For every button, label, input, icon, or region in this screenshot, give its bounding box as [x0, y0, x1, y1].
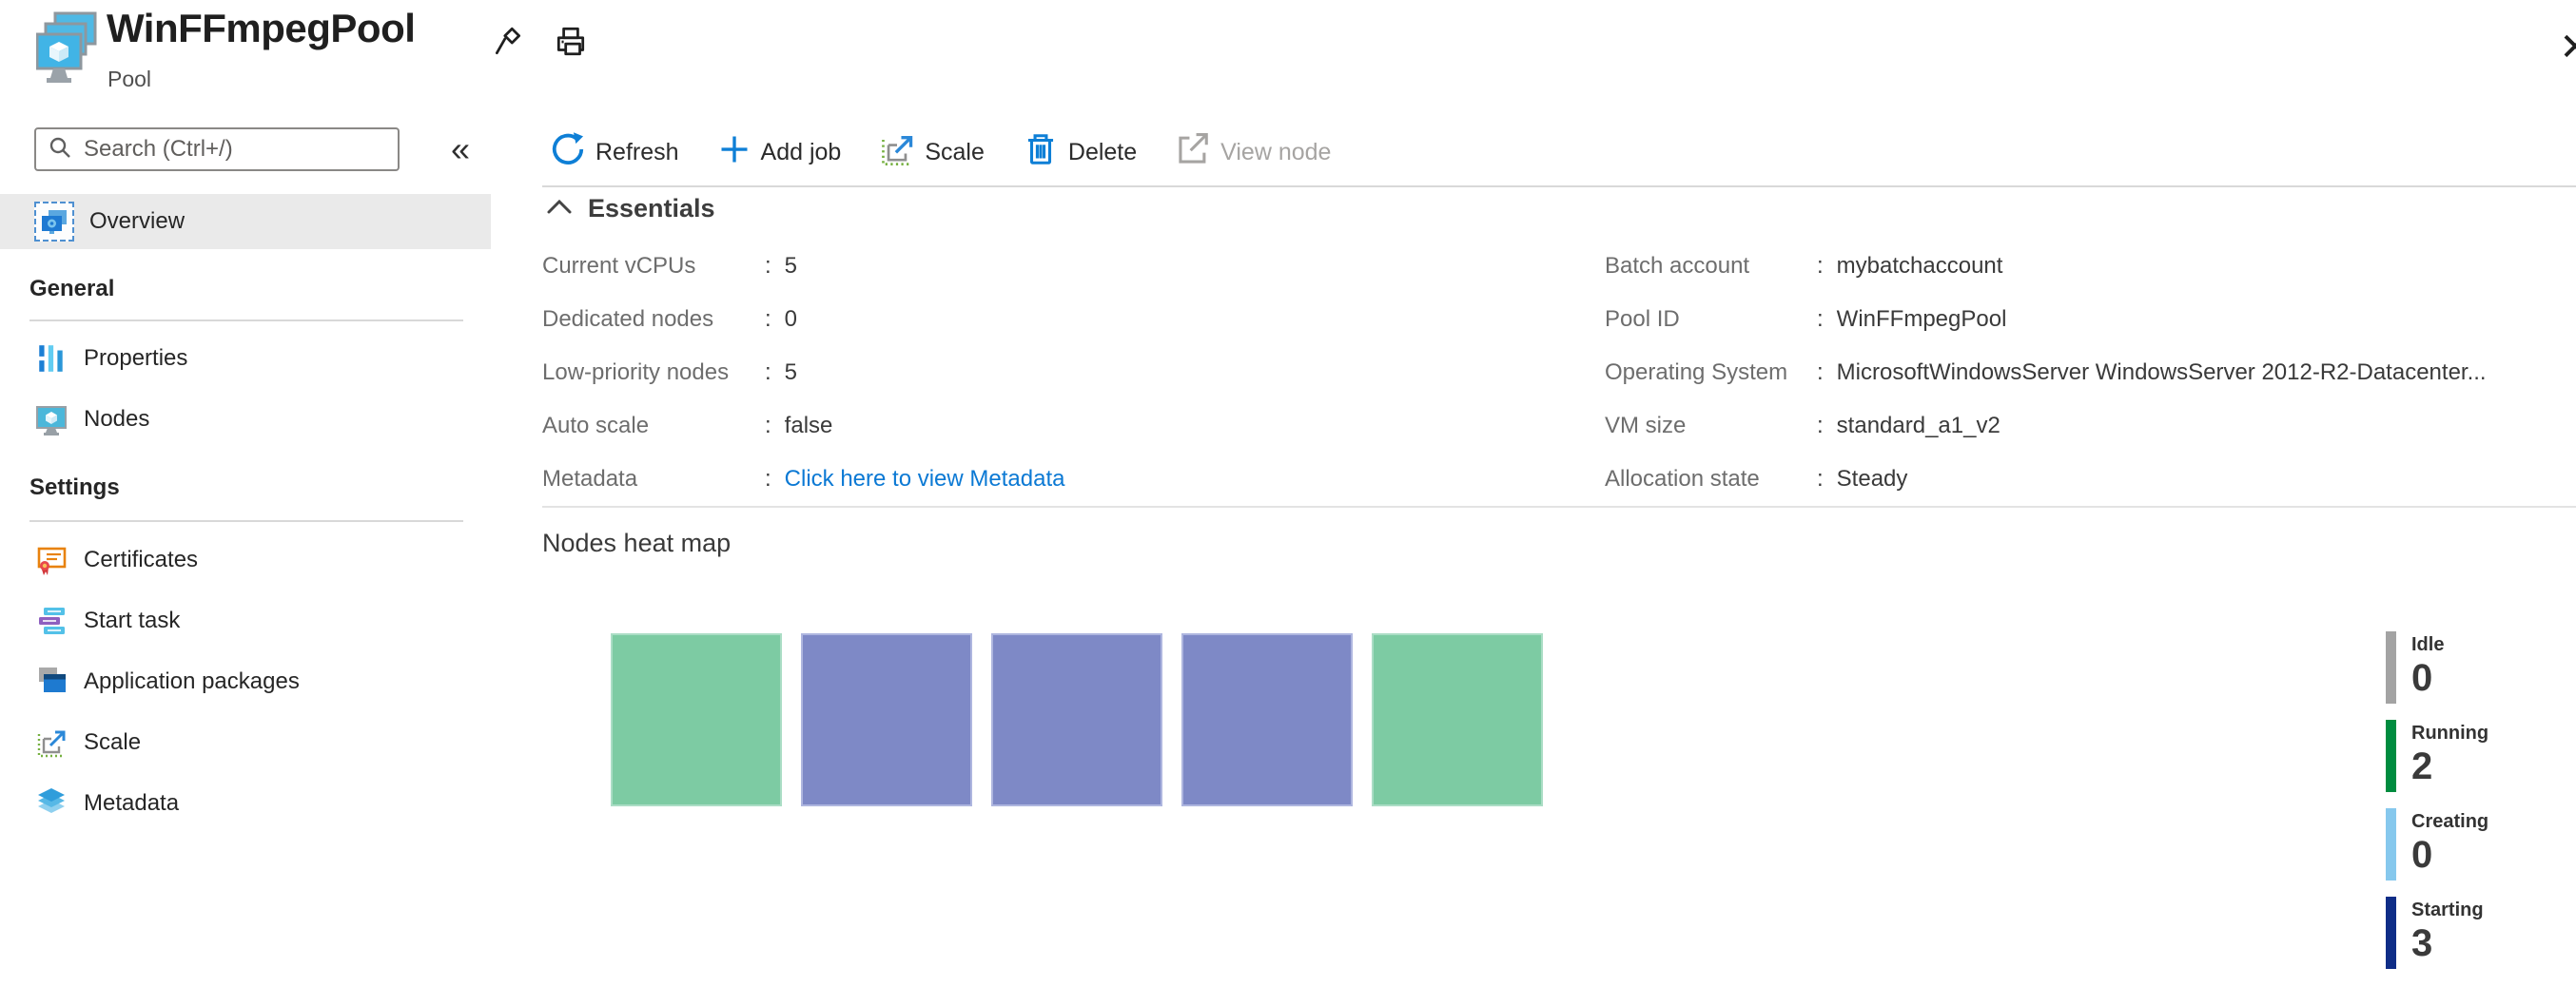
essentials-row: Metadata : Click here to view Metadata — [542, 453, 1064, 506]
idle-count: 0 — [2411, 656, 2444, 700]
legend-item-creating: Creating 0 — [2386, 808, 2488, 881]
sidebar-item-scale[interactable]: Scale — [0, 712, 491, 773]
scale-icon — [879, 131, 915, 174]
sidebar-item-start-task[interactable]: Start task — [0, 590, 491, 651]
low-priority-nodes-value: 5 — [785, 359, 797, 386]
operating-system-value: MicrosoftWindowsServer WindowsServer 201… — [1837, 359, 2487, 386]
batch-account-value: mybatchaccount — [1837, 253, 2003, 280]
sidebar-collapse-icon[interactable]: « — [451, 129, 470, 169]
divider — [29, 520, 463, 522]
refresh-icon — [550, 131, 586, 174]
divider — [542, 506, 2576, 508]
starting-count: 3 — [2411, 921, 2484, 965]
essentials-toggle[interactable]: Essentials — [546, 194, 715, 223]
divider — [29, 319, 463, 321]
legend-item-starting: Starting 3 — [2386, 897, 2488, 969]
heatmap-tile-starting[interactable] — [801, 633, 972, 806]
sidebar-item-label: Overview — [89, 208, 185, 235]
content-area: Refresh Add job — [542, 0, 2576, 987]
pool-overview-page: WinFFmpegPool Pool ✕ « — [0, 0, 2576, 987]
toolbar: Refresh Add job — [550, 122, 1331, 183]
sidebar-item-label: Metadata — [84, 790, 179, 817]
current-vcpus-value: 5 — [785, 253, 797, 280]
application-packages-icon — [34, 665, 68, 699]
dedicated-nodes-value: 0 — [785, 306, 797, 333]
sidebar-item-label: Certificates — [84, 547, 198, 573]
sidebar-item-label: Properties — [84, 345, 187, 372]
legend-swatch-starting — [2386, 897, 2396, 969]
pin-icon[interactable] — [491, 25, 525, 62]
search-input[interactable] — [82, 135, 386, 164]
heatmap-tile-running[interactable] — [611, 633, 782, 806]
sidebar-item-certificates[interactable]: Certificates — [0, 530, 491, 590]
sidebar-item-nodes[interactable]: Nodes — [0, 389, 491, 450]
add-job-button[interactable]: Add job — [717, 132, 842, 173]
sidebar-section-settings: Settings — [29, 474, 120, 501]
sidebar-item-metadata[interactable]: Metadata — [0, 773, 491, 834]
essentials-row: Low-priority nodes : 5 — [542, 346, 1064, 399]
essentials-row: Allocation state : Steady — [1605, 453, 2487, 506]
essentials-right-column: Batch account : mybatchaccount Pool ID :… — [1605, 240, 2487, 506]
heatmap-legend: Idle 0 Running 2 Creating 0 — [2386, 631, 2488, 969]
heatmap-tile-starting[interactable] — [991, 633, 1162, 806]
plus-icon — [717, 132, 751, 173]
scale-button[interactable]: Scale — [879, 131, 985, 174]
sidebar-item-label: Scale — [84, 729, 141, 756]
sidebar: « Overview General — [0, 0, 491, 987]
search-box[interactable] — [34, 127, 400, 171]
overview-pool-icon — [34, 202, 74, 242]
heatmap-tile-running[interactable] — [1372, 633, 1543, 806]
legend-item-running: Running 2 — [2386, 720, 2488, 792]
view-node-button: View node — [1175, 131, 1331, 174]
sidebar-item-label: Application packages — [84, 668, 300, 695]
properties-icon — [34, 341, 68, 376]
sidebar-section-general: General — [29, 276, 114, 302]
essentials-row: Auto scale : false — [542, 399, 1064, 453]
legend-swatch-creating — [2386, 808, 2396, 881]
vm-size-value: standard_a1_v2 — [1837, 413, 2000, 439]
metadata-icon — [34, 786, 68, 821]
scale-icon — [34, 726, 68, 760]
start-task-icon — [34, 604, 68, 638]
essentials-row: Batch account : mybatchaccount — [1605, 240, 2487, 293]
delete-button[interactable]: Delete — [1023, 131, 1137, 174]
running-count: 2 — [2411, 745, 2488, 788]
pool-id-value: WinFFmpegPool — [1837, 306, 2007, 333]
view-metadata-link[interactable]: Click here to view Metadata — [785, 466, 1065, 493]
nodes-icon — [34, 402, 68, 436]
essentials-row: VM size : standard_a1_v2 — [1605, 399, 2487, 453]
essentials-row: Operating System : MicrosoftWindowsServe… — [1605, 346, 2487, 399]
trash-icon — [1023, 131, 1059, 174]
divider — [542, 185, 2576, 187]
auto-scale-value: false — [785, 413, 833, 439]
certificates-icon — [34, 543, 68, 577]
search-icon — [48, 135, 72, 164]
refresh-button[interactable]: Refresh — [550, 131, 679, 174]
essentials-row: Dedicated nodes : 0 — [542, 293, 1064, 346]
heatmap-title: Nodes heat map — [542, 529, 731, 558]
sidebar-item-properties[interactable]: Properties — [0, 328, 491, 389]
legend-swatch-running — [2386, 720, 2396, 792]
legend-item-idle: Idle 0 — [2386, 631, 2488, 704]
chevron-up-icon — [546, 194, 573, 223]
legend-swatch-idle — [2386, 631, 2396, 704]
allocation-state-value: Steady — [1837, 466, 1908, 493]
sidebar-item-overview[interactable]: Overview — [0, 194, 491, 249]
sidebar-item-application-packages[interactable]: Application packages — [0, 651, 491, 712]
essentials-left-column: Current vCPUs : 5 Dedicated nodes : 0 Lo… — [542, 240, 1064, 506]
heatmap-tiles — [611, 633, 1543, 806]
essentials-row: Current vCPUs : 5 — [542, 240, 1064, 293]
heatmap-tile-starting[interactable] — [1181, 633, 1353, 806]
essentials-row: Pool ID : WinFFmpegPool — [1605, 293, 2487, 346]
sidebar-item-label: Start task — [84, 608, 180, 634]
sidebar-item-label: Nodes — [84, 406, 149, 433]
external-link-icon — [1175, 131, 1211, 174]
creating-count: 0 — [2411, 833, 2488, 877]
